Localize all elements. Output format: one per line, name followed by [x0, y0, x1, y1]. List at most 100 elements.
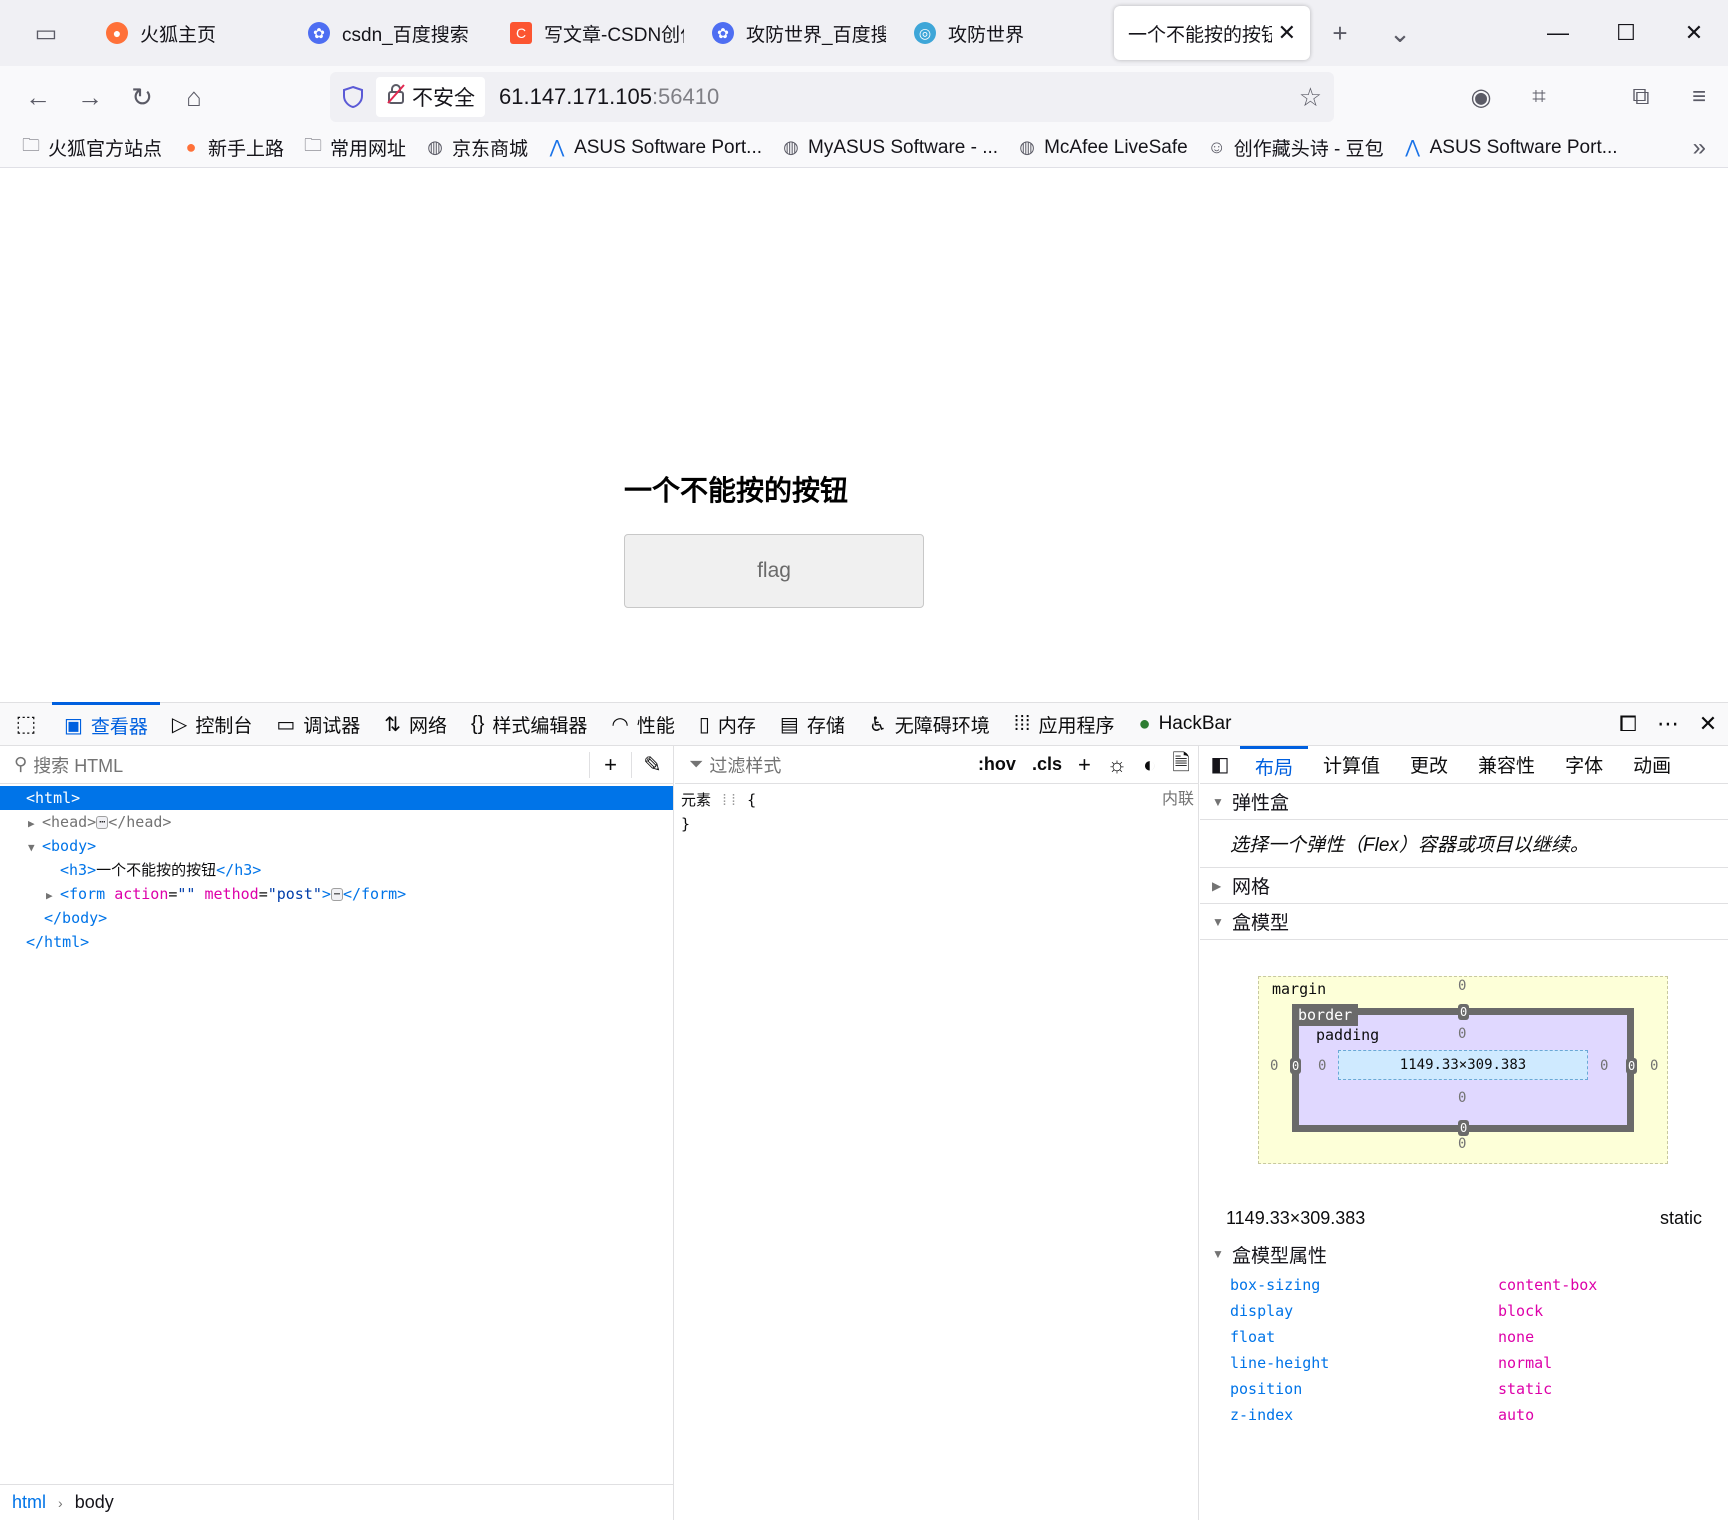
tab-computed[interactable]: 计算值	[1308, 746, 1395, 784]
expand-icon[interactable]: ▶	[46, 884, 60, 908]
filter-styles-input[interactable]: 过滤样式	[709, 752, 781, 778]
devtools-tab-memory[interactable]: ▯ 内存	[687, 702, 768, 746]
border-left-value[interactable]: 0	[1290, 1058, 1302, 1074]
tab-1[interactable]: ✿ csdn_百度搜索	[294, 6, 496, 60]
property-row[interactable]: position static	[1230, 1376, 1728, 1402]
bookmark-item[interactable]: ☺ 创作藏头诗 - 豆包	[1206, 134, 1384, 161]
bookmark-item[interactable]: ⋀ ASUS Software Port...	[1402, 137, 1617, 159]
light-scheme-icon[interactable]: ☼	[1099, 752, 1135, 778]
devtools-tab-style-editor[interactable]: {} 样式编辑器	[459, 702, 599, 746]
back-icon[interactable]: ←	[12, 71, 64, 123]
padding-left-value[interactable]: 0	[1318, 1058, 1326, 1074]
add-rule-icon[interactable]: +	[1070, 752, 1099, 778]
margin-top-value[interactable]: 0	[1458, 978, 1466, 994]
devtools-tab-network[interactable]: ⇅ 网络	[372, 702, 459, 746]
ellipsis-icon[interactable]: ⋯	[96, 816, 109, 829]
property-row[interactable]: z-index auto	[1230, 1402, 1728, 1428]
ellipsis-icon[interactable]: ⋯	[330, 888, 343, 901]
tab-active[interactable]: 一个不能按的按钮 ✕	[1114, 6, 1310, 60]
margin-left-value[interactable]: 0	[1270, 1058, 1278, 1074]
tab-list-icon[interactable]: ▭	[0, 0, 92, 66]
grid-section-header[interactable]: ▶ 网格	[1200, 868, 1728, 904]
toggle-sidebar-icon[interactable]: ◧	[1200, 752, 1240, 777]
close-devtools-icon[interactable]: ✕	[1688, 711, 1728, 737]
home-icon[interactable]: ⌂	[168, 71, 220, 123]
tab-layout[interactable]: 布局	[1240, 745, 1309, 784]
extensions-icon[interactable]: ⧉	[1612, 83, 1670, 111]
property-row[interactable]: box-sizing content-box	[1230, 1272, 1728, 1298]
devtools-tab-console[interactable]: ▷ 控制台	[160, 702, 264, 746]
flexbox-section-header[interactable]: ▼ 弹性盒	[1200, 784, 1728, 820]
property-row[interactable]: float none	[1230, 1324, 1728, 1350]
flag-button[interactable]: flag	[624, 534, 924, 608]
more-options-icon[interactable]: ⋯	[1648, 711, 1688, 737]
tab-2[interactable]: C 写文章-CSDN创作中心	[496, 6, 698, 60]
reload-icon[interactable]: ↻	[116, 71, 168, 123]
element-rule[interactable]: 元素 ⁞⁞ { } 内联	[675, 784, 1198, 840]
new-tab-icon[interactable]: +	[1310, 3, 1370, 63]
margin-right-value[interactable]: 0	[1650, 1058, 1658, 1074]
dark-scheme-icon[interactable]: ◐	[1135, 752, 1164, 778]
breadcrumb-item[interactable]: body	[75, 1492, 114, 1513]
forward-icon[interactable]: →	[64, 71, 116, 123]
menu-icon[interactable]: ≡	[1670, 83, 1728, 111]
border-bottom-value[interactable]: 0	[1458, 1120, 1470, 1136]
padding-top-value[interactable]: 0	[1458, 1026, 1466, 1042]
devtools-tab-hackbar[interactable]: ● HackBar	[1126, 702, 1243, 746]
tab-fonts[interactable]: 字体	[1550, 746, 1618, 784]
padding-right-value[interactable]: 0	[1600, 1058, 1608, 1074]
dock-icon[interactable]: ⧠	[1608, 711, 1648, 737]
devtools-tab-storage[interactable]: ▤ 存储	[768, 702, 857, 746]
tab-3[interactable]: ✿ 攻防世界_百度搜索	[698, 6, 900, 60]
minimize-icon[interactable]: —	[1524, 0, 1592, 66]
close-tab-icon[interactable]: ✕	[1272, 20, 1296, 46]
devtools-tab-debugger[interactable]: ▭ 调试器	[264, 702, 372, 746]
close-window-icon[interactable]: ✕	[1660, 0, 1728, 66]
url-text[interactable]: 61.147.171.105:56410	[499, 84, 719, 110]
print-media-icon[interactable]: 🗎	[1164, 746, 1198, 784]
bookmark-star-icon[interactable]: ☆	[1299, 82, 1322, 113]
shield-icon[interactable]	[330, 85, 376, 109]
markup-node-form[interactable]: ▶ <form action="" method="post"> ⋯ </form>	[0, 882, 673, 906]
border-top-value[interactable]: 0	[1458, 1004, 1470, 1020]
markup-node-html-close[interactable]: </html>	[0, 930, 673, 954]
bookmark-item[interactable]: ⋀ ASUS Software Port...	[546, 137, 762, 159]
boxmodel-section-header[interactable]: ▼ 盒模型	[1200, 904, 1728, 940]
tab-4[interactable]: ◎ 攻防世界	[900, 6, 1102, 60]
property-row[interactable]: display block	[1230, 1298, 1728, 1324]
property-row[interactable]: line-height normal	[1230, 1350, 1728, 1376]
eyedropper-icon[interactable]: ✎	[631, 751, 673, 778]
markup-node-body-close[interactable]: </body>	[0, 906, 673, 930]
boxmodel-properties-header[interactable]: ▼ 盒模型属性	[1200, 1236, 1728, 1272]
account-icon[interactable]: ◉	[1452, 83, 1510, 112]
breadcrumb-item[interactable]: html	[12, 1492, 46, 1513]
devtools-tab-accessibility[interactable]: ♿ 无障碍环境	[857, 702, 1002, 746]
screenshot-crop-icon[interactable]: ⌗	[1510, 83, 1568, 111]
bookmark-item[interactable]: ◍ 京东商城	[424, 134, 528, 161]
maximize-icon[interactable]: ☐	[1592, 0, 1660, 66]
chevron-down-icon[interactable]: ⌄	[1370, 3, 1430, 63]
devtools-tab-performance[interactable]: ◠ 性能	[599, 702, 686, 746]
bookmark-item[interactable]: ● 新手上路	[180, 134, 284, 161]
devtools-tab-application[interactable]: ⁞⁞⁞ 应用程序	[1002, 702, 1127, 746]
inline-label[interactable]: 内联	[1162, 788, 1194, 812]
markup-node-body[interactable]: ▼ <body>	[0, 834, 673, 858]
html-search-input[interactable]: 搜索 HTML	[33, 752, 123, 778]
tab-compatibility[interactable]: 兼容性	[1463, 746, 1550, 784]
security-indicator[interactable]: 不安全	[376, 77, 485, 117]
element-picker-icon[interactable]: ⬚	[0, 702, 52, 746]
expand-icon[interactable]: ▶	[28, 812, 42, 836]
bookmark-item[interactable]: 🗀 火狐官方站点	[20, 134, 162, 161]
hov-toggle[interactable]: :hov	[970, 754, 1024, 775]
chevron-right-double-icon[interactable]: »	[1693, 134, 1706, 162]
box-model-content[interactable]: 1149.33×309.383	[1338, 1050, 1588, 1080]
markup-node-h3[interactable]: <h3>一个不能按的按钮</h3>	[0, 858, 673, 882]
markup-node-html[interactable]: <html>	[0, 786, 673, 810]
add-node-icon[interactable]: +	[589, 751, 631, 778]
tab-animations[interactable]: 动画	[1618, 746, 1686, 784]
bookmark-item[interactable]: 🗀 常用网址	[302, 134, 406, 161]
url-bar[interactable]: 不安全 61.147.171.105:56410 ☆	[330, 72, 1334, 122]
bookmark-item[interactable]: ◍ MyASUS Software - ...	[780, 137, 998, 159]
cls-toggle[interactable]: .cls	[1024, 754, 1070, 775]
tab-0[interactable]: ● 火狐主页	[92, 6, 294, 60]
